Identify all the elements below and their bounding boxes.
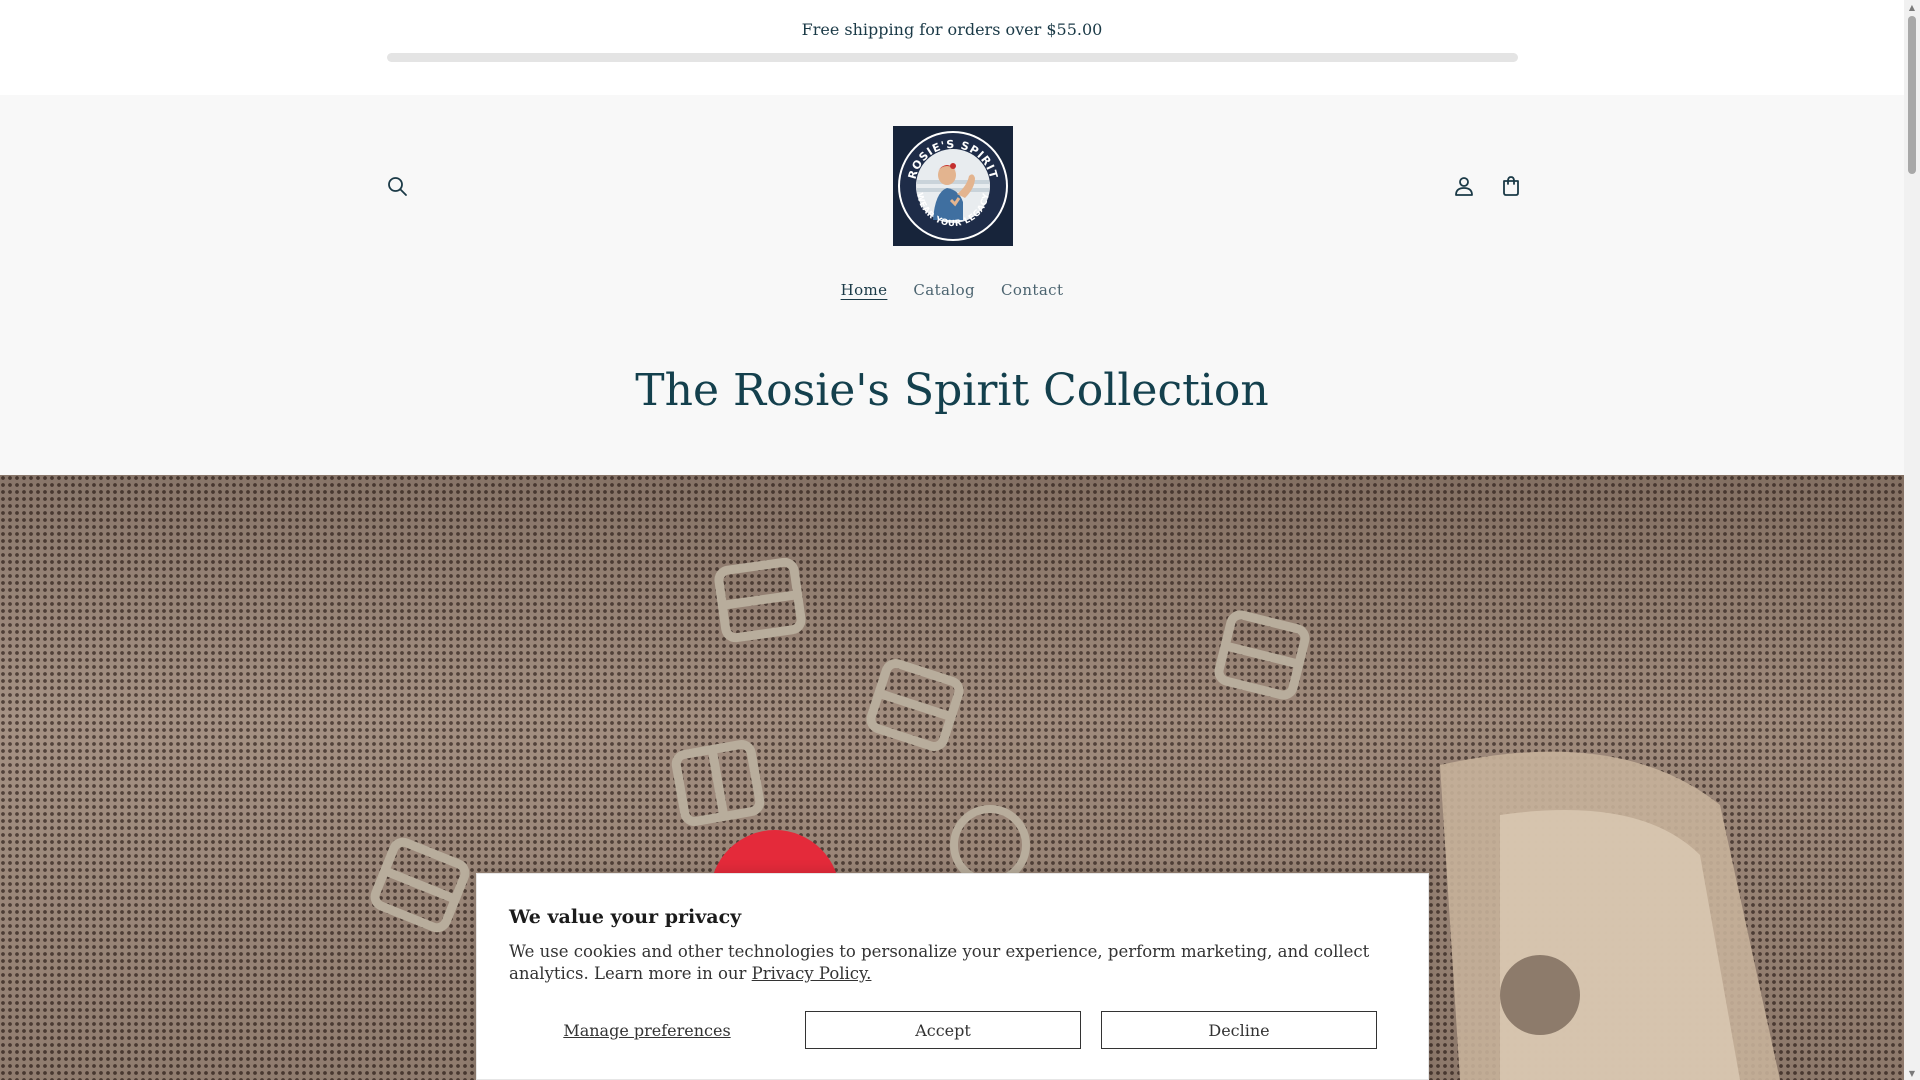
buckle-5 — [370, 837, 470, 933]
nav-item-contact[interactable]: Contact — [988, 277, 1076, 303]
cookie-message-text: We use cookies and other technologies to… — [509, 942, 1370, 983]
scrollbar-thumb[interactable] — [1908, 16, 1916, 174]
buckle-1 — [714, 557, 806, 643]
collection-title: The Rosie's Spirit Collection — [635, 365, 1269, 416]
announcement-bar: Free shipping for orders over $55.00 — [0, 0, 1904, 95]
cart-icon[interactable] — [1491, 166, 1531, 206]
decline-button[interactable]: Decline — [1101, 1011, 1377, 1049]
nav-item-catalog[interactable]: Catalog — [900, 277, 988, 303]
cookie-title: We value your privacy — [509, 906, 742, 928]
buckle-4 — [671, 740, 765, 826]
buckle-2 — [866, 659, 964, 751]
search-icon[interactable] — [377, 166, 417, 206]
manage-preferences-button[interactable]: Manage preferences — [509, 1011, 785, 1049]
page-scrollbar[interactable]: ▲ ▼ — [1904, 0, 1920, 1080]
main-nav: Home Catalog Contact — [0, 277, 1904, 303]
announcement-text: Free shipping for orders over $55.00 — [801, 20, 1103, 39]
free-shipping-progress — [387, 53, 1518, 62]
accept-button[interactable]: Accept — [805, 1011, 1081, 1049]
account-icon[interactable] — [1444, 166, 1484, 206]
cookie-message: We use cookies and other technologies to… — [509, 941, 1409, 985]
store-logo[interactable]: ROSIE'S SPIRIT WEAR YOUR LEGACY — [893, 126, 1013, 246]
nav-item-home[interactable]: Home — [828, 277, 901, 303]
ring — [950, 805, 1030, 885]
page: Free shipping for orders over $55.00 ROS… — [0, 0, 1904, 1080]
scroll-down-icon[interactable]: ▼ — [1904, 1066, 1920, 1080]
privacy-policy-link[interactable]: Privacy Policy. — [752, 964, 872, 983]
site-header: ROSIE'S SPIRIT WEAR YOUR LEGACY Home Cat… — [0, 95, 1904, 475]
cookie-consent-dialog: We value your privacy We use cookies and… — [476, 873, 1429, 1080]
scroll-up-icon[interactable]: ▲ — [1904, 0, 1920, 14]
buckle-3 — [1214, 610, 1310, 700]
rosies-spirit-logo: ROSIE'S SPIRIT WEAR YOUR LEGACY — [898, 131, 1008, 241]
